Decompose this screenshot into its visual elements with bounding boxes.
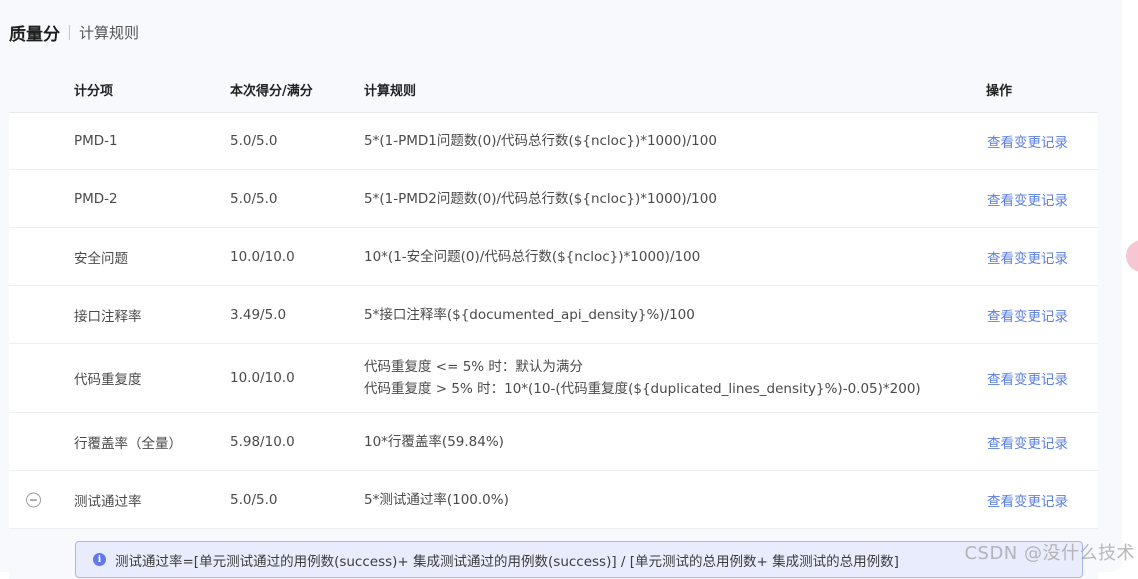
table-header: 计分项 本次得分/满分 计算规则 操作 [9,64,1098,113]
rule-line: 5*接口注释率(${documented_api_density}%)/100 [364,306,695,323]
table-row: PMD-1 5.0/5.0 5*(1-PMD1问题数(0)/代码总行数(${nclo… [9,113,1098,170]
score-value: 10.0/10.0 [230,370,295,386]
rule-formula: 10*(1-安全问题(0)/代码总行数(${ncloc})*1000)/100 [364,246,700,268]
view-change-log-link[interactable]: 查看变更记录 [987,368,1068,388]
view-change-log-link[interactable]: 查看变更记录 [987,432,1068,452]
score-value: 5.0/5.0 [230,491,278,508]
score-item-name: 测试通过率 [74,493,142,510]
table-row: 安全问题 10.0/10.0 10*(1-安全问题(0)/代码总行数(${ncloc… [9,228,1098,286]
rule-line: 5*(1-PMD1问题数(0)/代码总行数(${ncloc})*1000)/10… [364,133,717,149]
view-change-log-link[interactable]: 查看变更记录 [987,305,1068,325]
column-header-rule: 计算规则 [364,84,417,99]
score-item-name: 安全问题 [74,250,128,267]
score-value: 10.0/10.0 [230,248,295,265]
rule-line: 5*测试通过率(100.0%) [364,491,509,508]
quality-score-panel: 质量分 计算规则 计分项 本次得分/满分 计算规则 操作 PMD-1 5.0/5.… [0,0,1122,579]
column-header-item: 计分项 [74,84,114,99]
panel-header: 质量分 计算规则 [9,20,140,45]
score-item-name: 接口注释率 [74,308,142,325]
rule-formula: 代码重复度 <= 5% 时：默认为满分代码重复度 > 5% 时：10*(10-(… [364,356,921,400]
floating-bubble[interactable] [1126,240,1138,272]
view-change-log-link[interactable]: 查看变更记录 [987,490,1068,510]
minus-circle-icon[interactable]: − [26,492,41,507]
formula-info-text: 测试通过率=[单元测试通过的用例数(success)+ 集成测试通过的用例数(s… [115,553,899,570]
table-row: PMD-2 5.0/5.0 5*(1-PMD2问题数(0)/代码总行数(${nclo… [9,170,1098,228]
score-value: 3.49/5.0 [230,306,287,323]
formula-info-box: i 测试通过率=[单元测试通过的用例数(success)+ 集成测试通过的用例数… [75,541,1083,578]
table-row: 接口注释率 3.49/5.0 5*接口注释率(${documented_api_de… [9,286,1098,344]
view-change-log-link[interactable]: 查看变更记录 [987,189,1068,209]
title-divider [69,24,70,40]
rule-line: 代码重复度 <= 5% 时：默认为满分 [364,359,583,375]
table-row: 代码重复度 10.0/10.0 代码重复度 <= 5% 时：默认为满分代码重复度 >… [9,344,1098,413]
column-header-op: 操作 [986,84,1013,99]
page-subtitle: 计算规则 [79,23,140,42]
score-item-name: 代码重复度 [74,372,142,388]
table-row: 行覆盖率（全量） 5.98/10.0 10*行覆盖率(59.84%) 查看变更记录 [9,413,1098,471]
view-change-log-link[interactable]: 查看变更记录 [987,131,1068,151]
score-table: 计分项 本次得分/满分 计算规则 操作 PMD-1 5.0/5.0 5*(1-PMD… [9,64,1098,579]
rule-line: 10*(1-安全问题(0)/代码总行数(${ncloc})*1000)/100 [364,248,701,265]
table-body: PMD-1 5.0/5.0 5*(1-PMD1问题数(0)/代码总行数(${nclo… [9,113,1098,529]
rule-formula: 10*行覆盖率(59.84%) [364,431,504,453]
rule-line: 代码重复度 > 5% 时：10*(10-(代码重复度(${duplicated_… [364,381,921,397]
score-item-name: PMD-1 [74,133,118,149]
score-item-name: PMD-2 [74,190,118,207]
score-value: 5.0/5.0 [230,190,278,207]
rule-line: 10*行覆盖率(59.84%) [364,433,504,450]
rule-line: 5*(1-PMD2问题数(0)/代码总行数(${ncloc})*1000)/10… [364,190,717,207]
score-item-name: 行覆盖率（全量） [74,435,182,452]
page-title: 质量分 [9,24,60,45]
info-circle-icon: i [93,553,106,566]
watermark: CSDN @没什么技术 [964,543,1135,564]
score-value: 5.98/10.0 [230,433,295,450]
view-change-log-link[interactable]: 查看变更记录 [987,247,1068,267]
rule-formula: 5*测试通过率(100.0%) [364,489,509,511]
column-header-score: 本次得分/满分 [230,84,313,99]
rule-formula: 5*(1-PMD2问题数(0)/代码总行数(${ncloc})*1000)/10… [364,188,717,210]
table-row: − 测试通过率 5.0/5.0 5*测试通过率(100.0%) 查看变更记录 [9,471,1098,529]
score-value: 5.0/5.0 [230,133,278,149]
rule-formula: 5*接口注释率(${documented_api_density}%)/100 [364,304,695,326]
rule-formula: 5*(1-PMD1问题数(0)/代码总行数(${ncloc})*1000)/10… [364,130,717,152]
